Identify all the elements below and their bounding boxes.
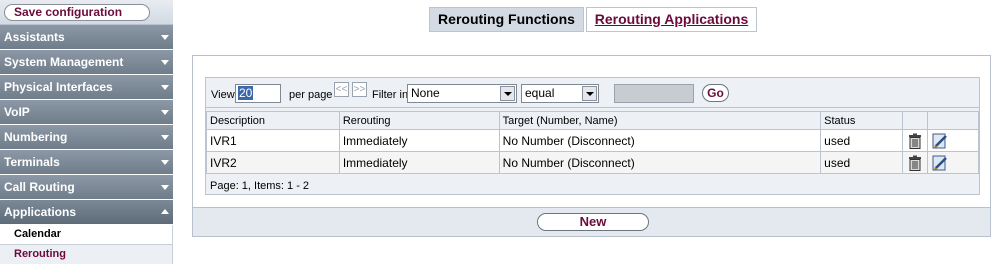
nav-item-label: VoIP — [4, 105, 30, 119]
column-header-target[interactable]: Target (Number, Name) — [498, 111, 822, 130]
nav-item-assistants[interactable]: Assistants — [0, 25, 173, 50]
cell-rerouting: Immediately — [338, 151, 500, 174]
cell-rerouting: Immediately — [338, 129, 500, 152]
tab-rerouting-applications[interactable]: Rerouting Applications — [586, 7, 757, 32]
list-container: View 20 per page << >> Filter in None eq… — [205, 77, 980, 195]
cell-description: IVR2 — [206, 151, 340, 174]
column-header-delete — [902, 111, 929, 130]
nav-item-applications[interactable]: Applications — [0, 200, 173, 225]
previous-page-button[interactable]: << — [334, 82, 349, 97]
rerouting-table: Description Rerouting Target (Number, Na… — [206, 111, 979, 174]
column-header-rerouting[interactable]: Rerouting — [338, 111, 500, 130]
chevron-down-icon — [161, 160, 169, 165]
view-label: View — [211, 89, 235, 101]
filter-operator-value: equal — [525, 86, 555, 100]
nav-item-voip[interactable]: VoIP — [0, 100, 173, 125]
nav-item-label: Assistants — [4, 30, 65, 44]
nav-item-label: Call Routing — [4, 180, 75, 194]
filter-field-select[interactable]: None — [407, 84, 517, 103]
chevron-down-icon — [161, 110, 169, 115]
per-page-label: per page — [289, 89, 333, 101]
chevron-down-icon — [161, 60, 169, 65]
save-configuration-button[interactable]: Save configuration — [4, 4, 150, 21]
table-header-row: Description Rerouting Target (Number, Na… — [206, 111, 979, 130]
filter-in-label: Filter in — [372, 89, 409, 101]
nav-item-physical-interfaces[interactable]: Physical Interfaces — [0, 75, 173, 100]
main-panel: View 20 per page << >> Filter in None eq… — [192, 55, 991, 237]
sidebar-subitem-rerouting[interactable]: Rerouting — [0, 245, 173, 264]
items-per-page-value: 20 — [238, 86, 254, 100]
nav-item-label: Physical Interfaces — [4, 80, 113, 94]
next-page-button[interactable]: >> — [352, 82, 367, 97]
trash-icon[interactable] — [907, 155, 923, 171]
nav-item-call-routing[interactable]: Call Routing — [0, 175, 173, 200]
sidebar: Save configuration Assistants System Man… — [0, 0, 173, 264]
tab-rerouting-functions[interactable]: Rerouting Functions — [429, 7, 584, 32]
nav-item-system-management[interactable]: System Management — [0, 50, 173, 75]
chevron-down-icon — [161, 135, 169, 140]
nav-item-label: System Management — [4, 55, 124, 69]
action-bar: New — [193, 207, 990, 236]
save-bar: Save configuration — [0, 0, 173, 25]
chevron-down-icon — [161, 85, 169, 90]
sidebar-subitem-calendar[interactable]: Calendar — [0, 225, 173, 245]
filter-operator-select[interactable]: equal — [521, 84, 599, 103]
chevron-down-icon — [161, 35, 169, 40]
table-row: IVR2 Immediately No Number (Disconnect) … — [206, 151, 979, 174]
cell-delete — [902, 129, 929, 152]
filter-bar: View 20 per page << >> Filter in None eq… — [206, 78, 979, 108]
cell-target: No Number (Disconnect) — [498, 129, 822, 152]
dropdown-arrow-icon — [500, 86, 515, 101]
table-row: IVR1 Immediately No Number (Disconnect) … — [206, 129, 979, 152]
edit-icon[interactable] — [932, 155, 948, 171]
chevron-up-icon — [161, 209, 169, 214]
cell-description: IVR1 — [206, 129, 340, 152]
column-header-status[interactable]: Status — [820, 111, 904, 130]
filter-field-value: None — [411, 86, 440, 100]
cell-edit — [927, 151, 979, 174]
nav-item-terminals[interactable]: Terminals — [0, 150, 173, 175]
nav-item-label: Terminals — [4, 155, 60, 169]
items-per-page-input[interactable]: 20 — [235, 84, 281, 103]
edit-icon[interactable] — [932, 133, 948, 149]
chevron-down-icon — [161, 185, 169, 190]
nav-item-label: Applications — [4, 205, 77, 219]
column-header-description[interactable]: Description — [206, 111, 340, 130]
column-header-edit — [927, 111, 979, 130]
go-button[interactable]: Go — [702, 84, 729, 102]
new-button[interactable]: New — [537, 213, 649, 231]
nav-item-numbering[interactable]: Numbering — [0, 125, 173, 150]
cell-delete — [902, 151, 929, 174]
cell-target: No Number (Disconnect) — [498, 151, 822, 174]
cell-status: used — [820, 129, 904, 152]
filter-value-input[interactable] — [614, 84, 694, 103]
cell-status: used — [820, 151, 904, 174]
nav-item-label: Numbering — [4, 130, 68, 144]
pagination-info: Page: 1, Items: 1 - 2 — [210, 180, 310, 192]
trash-icon[interactable] — [907, 133, 923, 149]
dropdown-arrow-icon — [582, 86, 597, 101]
app-root: Save configuration Assistants System Man… — [0, 0, 994, 264]
cell-edit — [927, 129, 979, 152]
